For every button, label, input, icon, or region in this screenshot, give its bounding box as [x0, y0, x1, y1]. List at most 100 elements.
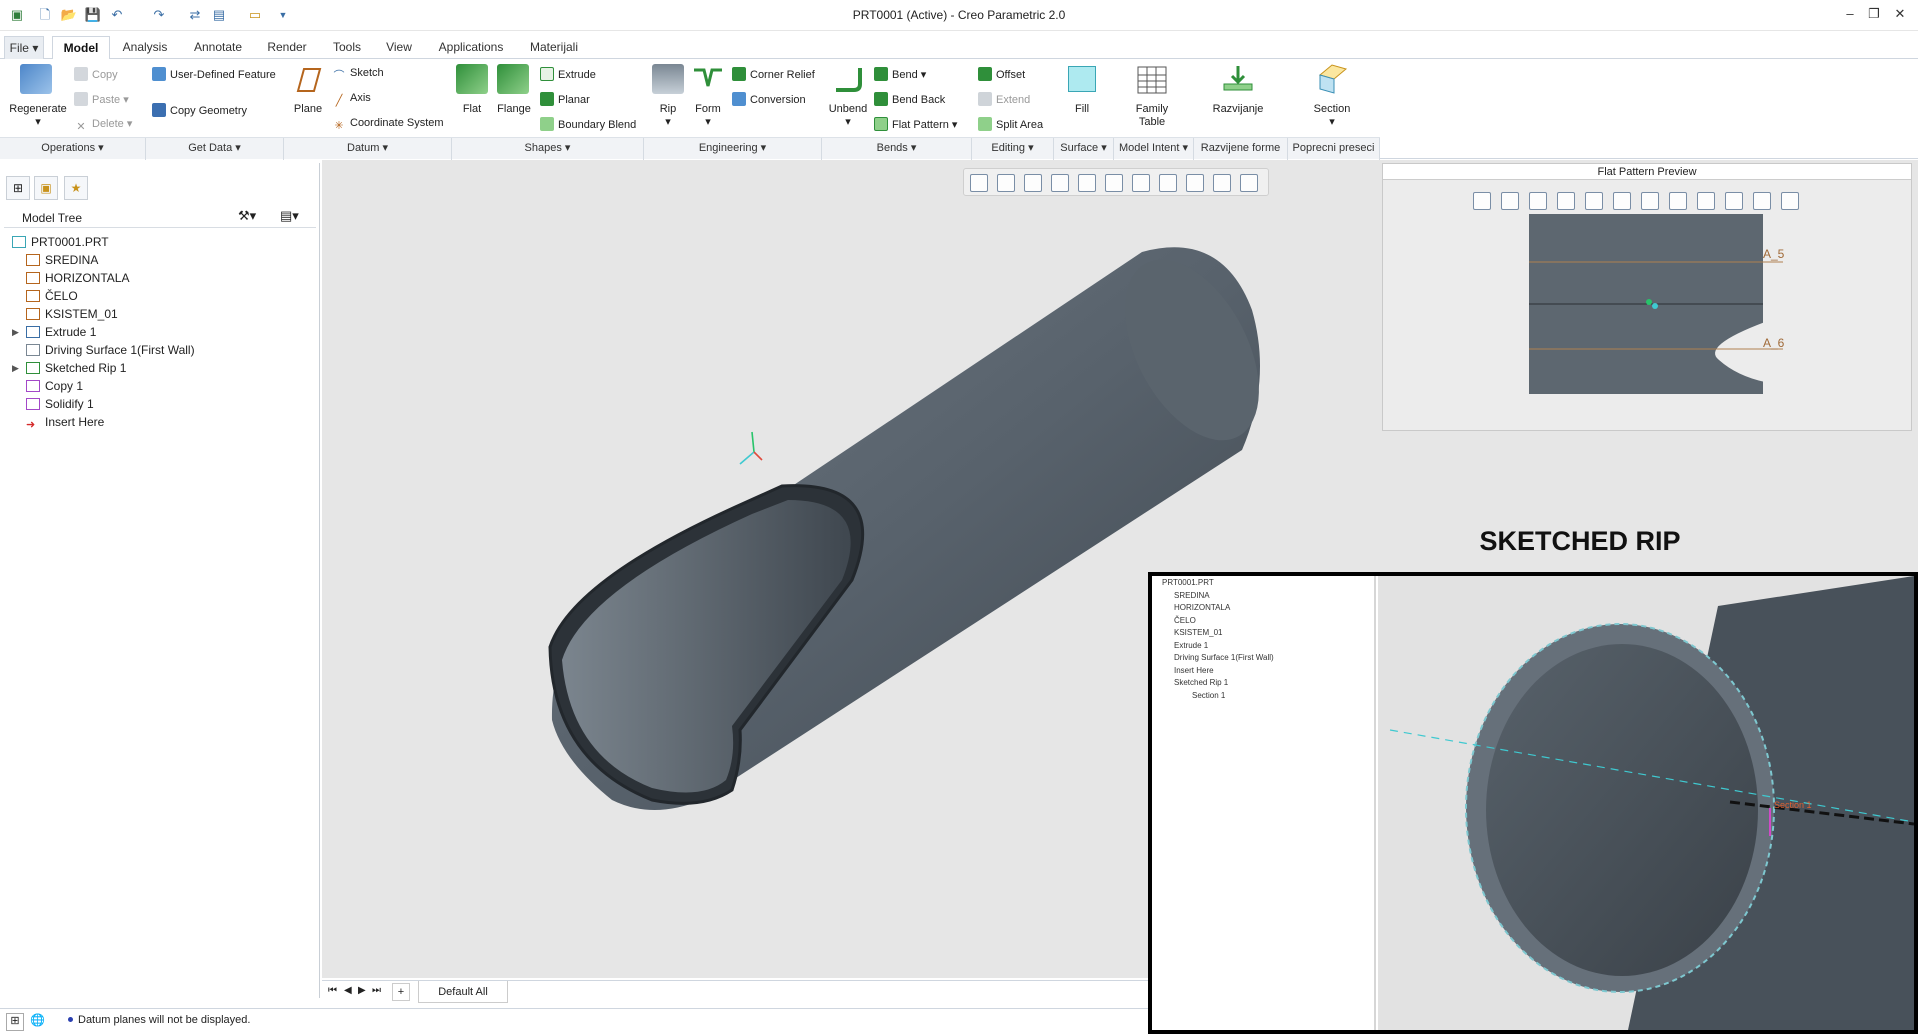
group-surface[interactable]: Surface ▾ [1054, 138, 1114, 160]
csys-display-icon[interactable] [1753, 192, 1771, 210]
flat-pattern-preview[interactable]: Flat Pattern Preview A_5 A_6 [1382, 163, 1912, 431]
zoom-in-icon[interactable] [1501, 192, 1519, 210]
tree-columns-icon[interactable]: ▤▾ [280, 208, 299, 224]
delete-button[interactable]: ✕ Delete ▾ [74, 117, 132, 134]
repaint-icon[interactable] [1051, 174, 1069, 192]
axis-display-icon[interactable] [1697, 192, 1715, 210]
restore-icon[interactable]: ❐ [1864, 6, 1884, 24]
section-button[interactable]: Section ▾ [1302, 103, 1362, 129]
flat-button[interactable]: Flat [452, 103, 492, 116]
expand-arrow-icon[interactable]: ▶ [12, 363, 19, 374]
fill-button[interactable]: Fill [1062, 103, 1102, 116]
fill-icon[interactable] [1068, 66, 1096, 92]
view-manager-icon[interactable] [1641, 192, 1659, 210]
tree-item[interactable]: Sketched Rip 1 [26, 360, 126, 376]
tab-tools[interactable]: Tools [324, 36, 370, 59]
display-style-icon[interactable] [1585, 192, 1603, 210]
zoom-out-icon[interactable] [1529, 192, 1547, 210]
tree-item[interactable]: Copy 1 [26, 378, 83, 394]
tree-item[interactable]: SREDINA [26, 252, 98, 268]
browser-toggle-icon[interactable]: 🌐 [30, 1013, 48, 1031]
prev-page-icon[interactable]: ◀ [344, 985, 352, 996]
rip-icon[interactable] [652, 64, 684, 94]
udf-button[interactable]: User-Defined Feature [152, 67, 276, 81]
tree-settings-icon[interactable]: ⚒▾ [238, 208, 256, 224]
tab-model[interactable]: Model [52, 36, 110, 60]
extrude-button[interactable]: Extrude [540, 67, 596, 81]
copy-button[interactable]: Copy [74, 67, 118, 81]
regenerate-icon[interactable] [20, 64, 52, 94]
tab-materijali[interactable]: Materijali [520, 36, 588, 59]
tree-item[interactable]: Driving Surface 1(First Wall) [26, 342, 195, 358]
tab-view[interactable]: View [376, 36, 422, 59]
expand-arrow-icon[interactable]: ▶ [12, 327, 19, 338]
flat-icon[interactable] [456, 64, 488, 94]
plane-display-icon[interactable] [1669, 192, 1687, 210]
axis-display-icon[interactable] [1186, 174, 1204, 192]
point-display-icon[interactable] [1213, 174, 1231, 192]
form-button[interactable]: Form ▾ [688, 103, 728, 129]
axis-button[interactable]: ╱ Axis [332, 92, 371, 108]
point-display-icon[interactable] [1725, 192, 1743, 210]
display-style-icon[interactable] [1078, 174, 1096, 192]
model-tree-tab-icon[interactable]: ⊞ [6, 176, 30, 200]
extend-button[interactable]: Extend [978, 92, 1030, 106]
regenerate-button[interactable]: Regenerate ▾ [4, 103, 72, 129]
tree-item[interactable]: PRT0001.PRT [12, 234, 109, 250]
view-tab-default[interactable]: Default All [418, 981, 508, 1003]
navigator-toggle-icon[interactable]: ⊞ [6, 1013, 24, 1031]
spin-center-icon[interactable] [1781, 192, 1799, 210]
saved-views-icon[interactable] [1105, 174, 1123, 192]
flange-button[interactable]: Flange [492, 103, 536, 116]
boundary-blend-button[interactable]: Boundary Blend [540, 117, 636, 131]
tab-annotate[interactable]: Annotate [184, 36, 252, 59]
group-datum[interactable]: Datum ▾ [284, 138, 452, 160]
tree-item[interactable]: ➜ Insert Here [26, 414, 104, 431]
razvijanje-icon[interactable] [1222, 64, 1254, 94]
folder-browser-tab-icon[interactable]: ▣ [34, 176, 58, 200]
csys-button[interactable]: ✳ Coordinate System [332, 117, 443, 133]
tree-item[interactable]: Solidify 1 [26, 396, 94, 412]
rip-button[interactable]: Rip ▾ [648, 103, 688, 129]
bend-back-button[interactable]: Bend Back [874, 92, 945, 106]
tab-applications[interactable]: Applications [430, 36, 512, 59]
group-shapes[interactable]: Shapes ▾ [452, 138, 644, 160]
tree-item[interactable]: Extrude 1 [26, 324, 96, 340]
tab-render[interactable]: Render [258, 36, 316, 59]
copy-geometry-button[interactable]: Copy Geometry [152, 103, 247, 117]
close-icon[interactable]: ✕ [1890, 6, 1910, 24]
razvijanje-button[interactable]: Razvijanje [1206, 103, 1270, 116]
first-page-icon[interactable]: ⏮ [328, 985, 337, 996]
paste-button[interactable]: Paste ▾ [74, 92, 129, 106]
group-operations[interactable]: Operations ▾ [0, 138, 146, 160]
last-page-icon[interactable]: ⏭ [372, 985, 381, 996]
tree-item[interactable]: KSISTEM_01 [26, 306, 118, 322]
group-get-data[interactable]: Get Data ▾ [146, 138, 284, 160]
corner-relief-button[interactable]: Corner Relief [732, 67, 815, 81]
group-razvijene-forme[interactable]: Razvijene forme [1194, 138, 1288, 160]
unbend-icon[interactable] [832, 64, 864, 94]
offset-button[interactable]: Offset [978, 67, 1025, 81]
tree-item[interactable]: HORIZONTALA [26, 270, 129, 286]
repaint-icon[interactable] [1557, 192, 1575, 210]
group-model-intent[interactable]: Model Intent ▾ [1114, 138, 1194, 160]
bend-button[interactable]: Bend ▾ [874, 67, 926, 81]
tab-analysis[interactable]: Analysis [114, 36, 176, 59]
group-poprecni-preseci[interactable]: Poprecni preseci [1288, 138, 1380, 160]
flat-pattern-button[interactable]: Flat Pattern ▾ [874, 117, 957, 131]
sketch-button[interactable]: ⌒ Sketch [332, 67, 384, 83]
conversion-button[interactable]: Conversion [732, 92, 806, 106]
next-page-icon[interactable]: ▶ [358, 985, 366, 996]
plane-icon[interactable] [292, 65, 324, 95]
planar-button[interactable]: Planar [540, 92, 590, 106]
tab-file[interactable]: File ▾ [4, 36, 44, 59]
unbend-button[interactable]: Unbend ▾ [824, 103, 872, 129]
family-table-button[interactable]: Family Table [1124, 103, 1180, 129]
family-table-icon[interactable] [1136, 65, 1168, 95]
split-area-button[interactable]: Split Area [978, 117, 1043, 131]
flange-icon[interactable] [497, 64, 529, 94]
section-icon[interactable] [1316, 63, 1348, 94]
zoom-in-icon[interactable] [997, 174, 1015, 192]
view-manager-icon[interactable] [1132, 174, 1150, 192]
group-engineering[interactable]: Engineering ▾ [644, 138, 822, 160]
